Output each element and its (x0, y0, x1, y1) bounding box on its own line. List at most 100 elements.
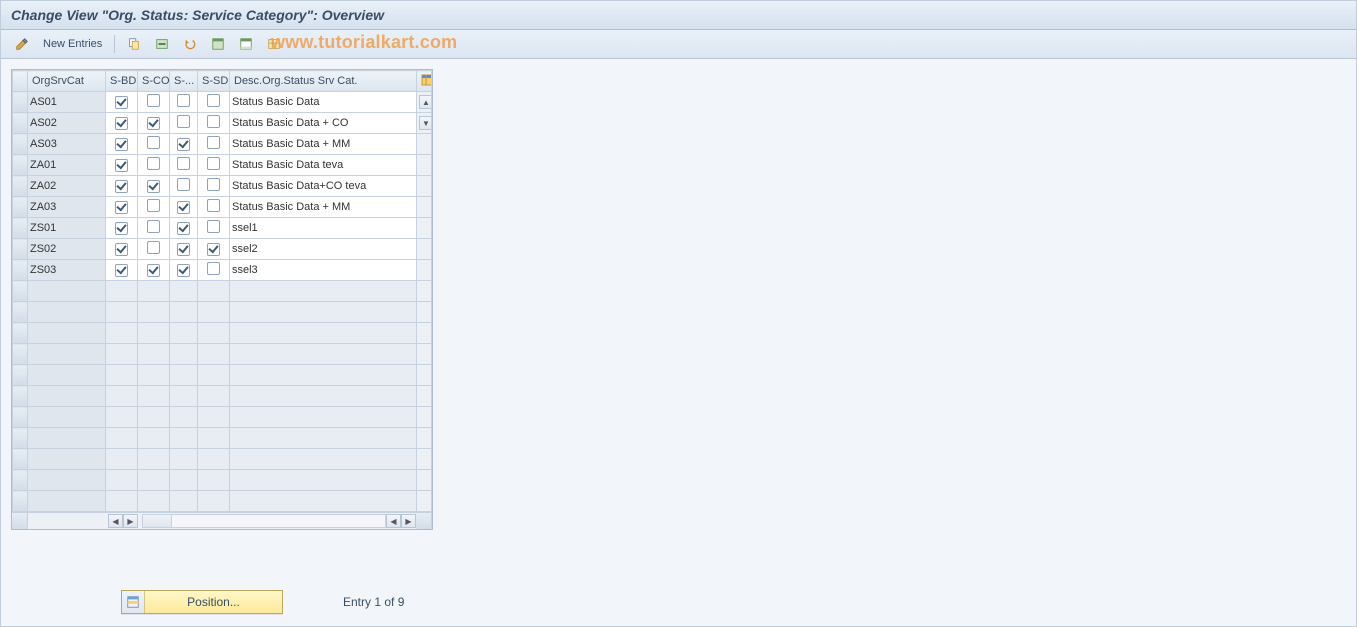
row-selector[interactable] (13, 470, 28, 491)
row-selector[interactable] (13, 302, 28, 323)
vscroll-track[interactable] (417, 176, 432, 197)
row-selector[interactable] (13, 449, 28, 470)
vscroll-track[interactable] (417, 302, 432, 323)
vscroll-track[interactable] (417, 155, 432, 176)
vscroll-track[interactable] (417, 470, 432, 491)
checkbox-sco[interactable] (147, 157, 160, 170)
position-button[interactable]: Position... (121, 590, 283, 614)
cell-orgsrvcat[interactable] (28, 470, 106, 491)
checkbox-ssd[interactable] (207, 136, 220, 149)
delete-button[interactable] (151, 33, 173, 55)
vscroll-track[interactable] (417, 197, 432, 218)
cell-desc[interactable] (230, 365, 417, 386)
cell-ssd[interactable] (198, 428, 230, 449)
undo-button[interactable] (179, 33, 201, 55)
hscroll-right-fixed-button[interactable]: ▶ (123, 514, 138, 528)
checkbox-smm[interactable] (177, 243, 190, 256)
cell-desc[interactable] (230, 302, 417, 323)
cell-desc[interactable]: ssel2 (230, 239, 417, 260)
hscroll-right-button[interactable]: ▶ (401, 514, 416, 528)
checkbox-ssd[interactable] (207, 94, 220, 107)
checkbox-sbd[interactable] (115, 117, 128, 130)
cell-orgsrvcat[interactable] (28, 323, 106, 344)
checkbox-sbd[interactable] (115, 201, 128, 214)
checkbox-sbd[interactable] (115, 222, 128, 235)
new-entries-button[interactable]: New Entries (39, 36, 106, 52)
row-selector[interactable] (13, 113, 28, 134)
vscroll-track[interactable] (417, 218, 432, 239)
cell-orgsrvcat[interactable] (28, 428, 106, 449)
col-header-ssd[interactable]: S-SD (198, 71, 230, 92)
cell-desc[interactable]: Status Basic Data+CO teva (230, 176, 417, 197)
checkbox-smm[interactable] (177, 94, 190, 107)
row-selector[interactable] (13, 197, 28, 218)
row-selector[interactable] (13, 92, 28, 113)
cell-sbd[interactable] (106, 323, 138, 344)
row-selector[interactable] (13, 365, 28, 386)
deselect-all-button[interactable] (235, 33, 257, 55)
cell-orgsrvcat[interactable]: ZS01 (28, 218, 106, 239)
cell-sco[interactable] (138, 302, 170, 323)
row-selector[interactable] (13, 155, 28, 176)
cell-sbd[interactable] (106, 344, 138, 365)
checkbox-ssd[interactable] (207, 262, 220, 275)
checkbox-sbd[interactable] (115, 243, 128, 256)
cell-sco[interactable] (138, 281, 170, 302)
row-selector[interactable] (13, 491, 28, 512)
cell-sco[interactable] (138, 449, 170, 470)
checkbox-sbd[interactable] (115, 264, 128, 277)
cell-sbd[interactable] (106, 470, 138, 491)
cell-ssd[interactable] (198, 344, 230, 365)
cell-smm[interactable] (170, 491, 198, 512)
vscroll-up[interactable]: ▲ (417, 92, 432, 113)
vscroll-track[interactable] (417, 344, 432, 365)
cell-desc[interactable] (230, 491, 417, 512)
checkbox-sbd[interactable] (115, 180, 128, 193)
checkbox-ssd[interactable] (207, 115, 220, 128)
cell-smm[interactable] (170, 449, 198, 470)
cell-orgsrvcat[interactable] (28, 344, 106, 365)
checkbox-sco[interactable] (147, 136, 160, 149)
cell-orgsrvcat[interactable] (28, 491, 106, 512)
cell-ssd[interactable] (198, 281, 230, 302)
cell-sbd[interactable] (106, 365, 138, 386)
cell-desc[interactable]: Status Basic Data + MM (230, 134, 417, 155)
cell-smm[interactable] (170, 470, 198, 491)
cell-orgsrvcat[interactable]: ZA01 (28, 155, 106, 176)
cell-sbd[interactable] (106, 491, 138, 512)
row-selector[interactable] (13, 218, 28, 239)
checkbox-smm[interactable] (177, 178, 190, 191)
cell-smm[interactable] (170, 323, 198, 344)
cell-sco[interactable] (138, 470, 170, 491)
table-settings-button[interactable] (417, 71, 432, 92)
vscroll-track[interactable] (417, 491, 432, 512)
checkbox-ssd[interactable] (207, 178, 220, 191)
cell-desc[interactable] (230, 323, 417, 344)
checkbox-smm[interactable] (177, 201, 190, 214)
cell-sco[interactable] (138, 323, 170, 344)
row-selector[interactable] (13, 176, 28, 197)
checkbox-sco[interactable] (147, 241, 160, 254)
vscroll-track[interactable] (417, 386, 432, 407)
cell-desc[interactable]: Status Basic Data teva (230, 155, 417, 176)
select-all-button[interactable] (207, 33, 229, 55)
cell-smm[interactable] (170, 281, 198, 302)
cell-orgsrvcat[interactable]: ZA02 (28, 176, 106, 197)
checkbox-ssd[interactable] (207, 220, 220, 233)
cell-desc[interactable] (230, 281, 417, 302)
vscroll-track[interactable] (417, 428, 432, 449)
cell-orgsrvcat[interactable] (28, 302, 106, 323)
checkbox-smm[interactable] (177, 157, 190, 170)
checkbox-sco[interactable] (147, 199, 160, 212)
cell-sbd[interactable] (106, 407, 138, 428)
cell-smm[interactable] (170, 302, 198, 323)
cell-ssd[interactable] (198, 491, 230, 512)
col-header-sco[interactable]: S-CO (138, 71, 170, 92)
row-selector[interactable] (13, 239, 28, 260)
vscroll-track[interactable] (417, 365, 432, 386)
cell-smm[interactable] (170, 344, 198, 365)
cell-sco[interactable] (138, 386, 170, 407)
cell-sco[interactable] (138, 365, 170, 386)
checkbox-smm[interactable] (177, 264, 190, 277)
toggle-change-mode-button[interactable] (11, 33, 33, 55)
